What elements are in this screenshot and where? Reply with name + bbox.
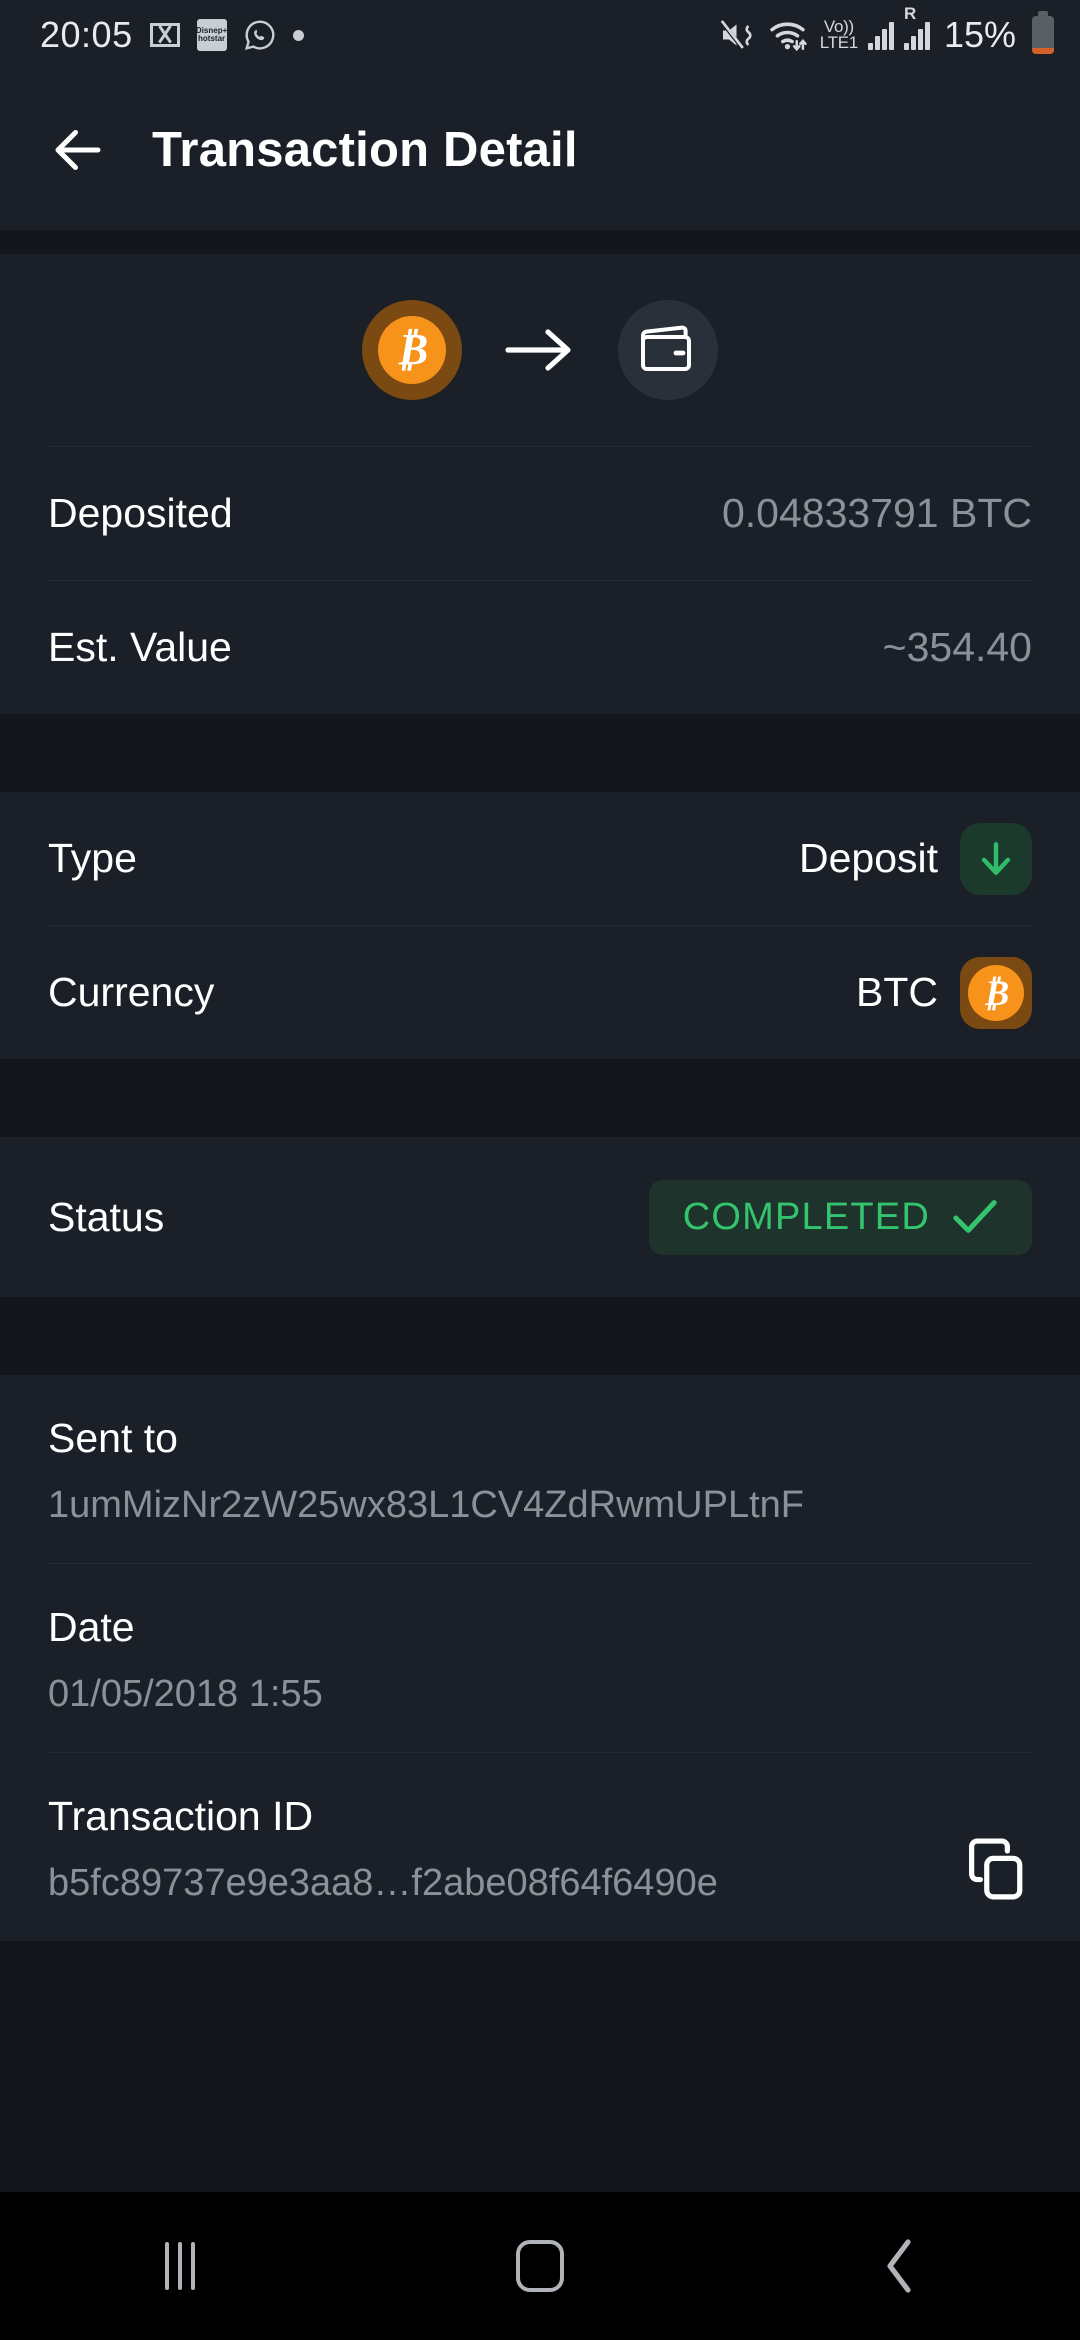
arrow-right-icon [505, 329, 571, 371]
info-date: Date 01/05/2018 1:55 [0, 1564, 1080, 1752]
row-type-right: Deposit [798, 822, 1032, 895]
recents-button[interactable] [105, 2216, 255, 2316]
info-card: Sent to 1umMizNr2zW25wx83L1CV4ZdRwmUPLtn… [0, 1375, 1080, 1941]
bitcoin-symbol: ₿ [378, 316, 446, 384]
battery-icon [1032, 11, 1054, 54]
copy-icon[interactable] [962, 1835, 1028, 1901]
wifi-icon [769, 22, 807, 52]
bitcoin-symbol: ₿ [968, 964, 1024, 1021]
row-est-value-value: ~354.40 [882, 624, 1032, 670]
hotstar-icon-line2: hotstar [198, 34, 226, 43]
status-bar-right: Vo)) LTE1 R 15% [718, 4, 1054, 56]
roaming-signal-icon: R [903, 4, 930, 50]
check-icon [953, 1200, 997, 1233]
row-deposited-label: Deposited [48, 490, 233, 536]
info-date-label: Date [48, 1604, 135, 1650]
info-transaction-id-label: Transaction ID [48, 1793, 314, 1839]
recents-icon [165, 2242, 195, 2290]
row-currency-label: Currency [48, 969, 215, 1015]
row-deposited-value: 0.04833791 BTC [721, 490, 1032, 536]
home-icon [516, 2240, 564, 2292]
row-currency-value: BTC [856, 969, 938, 1015]
row-type: Type Deposit [0, 792, 1080, 925]
gmail-icon [149, 23, 180, 47]
back-chevron-icon [887, 2239, 911, 2293]
section-gap [0, 1059, 1080, 1137]
info-date-value: 01/05/2018 1:55 [48, 1673, 323, 1715]
row-status-label: Status [48, 1193, 165, 1240]
info-sent-to: Sent to 1umMizNr2zW25wx83L1CV4ZdRwmUPLtn… [0, 1375, 1080, 1563]
signal-icon [867, 20, 894, 50]
section-gap [0, 1297, 1080, 1375]
row-currency-right: BTC ₿ [856, 956, 1032, 1029]
info-sent-to-value: 1umMizNr2zW25wx83L1CV4ZdRwmUPLtnF [48, 1484, 804, 1526]
wallet-icon [618, 300, 718, 400]
info-sent-to-label: Sent to [48, 1415, 178, 1461]
dot-icon [292, 29, 304, 41]
volte-icon: Vo)) LTE1 [819, 18, 858, 52]
roaming-letter: R [903, 4, 917, 23]
battery-percent: 15% [943, 14, 1016, 55]
status-badge-label: COMPLETED [682, 1195, 930, 1238]
system-nav-bar [0, 2192, 1080, 2340]
row-type-label: Type [48, 835, 137, 881]
clock: 20:05 [40, 14, 133, 55]
bitcoin-icon: ₿ [960, 956, 1032, 1029]
volte-icon-bottom: LTE1 [819, 33, 858, 52]
app-header: Transaction Detail [0, 70, 1080, 230]
hotstar-icon: Disnep+ hotstar [196, 19, 227, 51]
status-bar-left: 20:05 Disnep+ hotstar [40, 14, 304, 56]
back-arrow-icon[interactable] [48, 120, 108, 180]
whatsapp-icon [244, 20, 275, 51]
section-gap [0, 230, 1080, 254]
details-card: Type Deposit Currency BTC ₿ [0, 792, 1080, 1059]
row-est-value: Est. Value ~354.40 [0, 581, 1080, 714]
row-type-value: Deposit [798, 835, 938, 881]
summary-card: ₿ Deposited 0.04833791 BTC Est. Value ~3… [0, 254, 1080, 714]
arrow-down-icon [960, 822, 1032, 895]
content-bottom-gap [0, 1941, 1080, 2192]
back-button[interactable] [825, 2216, 975, 2316]
row-deposited: Deposited 0.04833791 BTC [0, 447, 1080, 580]
row-status: Status COMPLETED [0, 1137, 1080, 1297]
status-card: Status COMPLETED [0, 1137, 1080, 1297]
bitcoin-icon: ₿ [362, 300, 462, 400]
status-badge: COMPLETED [648, 1179, 1032, 1255]
status-bar: 20:05 Disnep+ hotstar Vo)) LTE1 R 15% [0, 0, 1080, 70]
mute-vibrate-icon [719, 20, 752, 50]
transfer-icon-row: ₿ [0, 254, 1080, 446]
info-transaction-id-value: b5fc89737e9e3aa8…f2abe08f64f6490e [48, 1862, 718, 1904]
home-button[interactable] [465, 2216, 615, 2316]
page-title: Transaction Detail [152, 123, 578, 177]
info-transaction-id: Transaction ID b5fc89737e9e3aa8…f2abe08f… [0, 1753, 1080, 1941]
section-gap [0, 714, 1080, 792]
row-est-value-label: Est. Value [48, 624, 232, 670]
row-currency: Currency BTC ₿ [0, 926, 1080, 1059]
phone-screen: 20:05 Disnep+ hotstar Vo)) LTE1 R 15% Tr… [0, 0, 1080, 2340]
